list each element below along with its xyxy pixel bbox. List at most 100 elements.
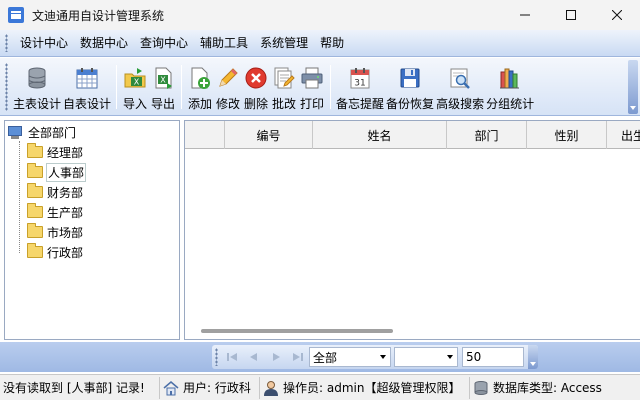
minimize-button[interactable] xyxy=(502,0,548,30)
tree-node-label: 财务部 xyxy=(47,185,84,200)
last-page-icon xyxy=(293,353,303,361)
tree-node-finance-dept[interactable]: 财务部 xyxy=(27,183,83,201)
status-database: 数据库类型: Access xyxy=(470,377,640,399)
backup-restore-button[interactable]: 备份恢复 xyxy=(385,61,435,113)
filter-select-value: 全部 xyxy=(313,350,338,365)
svg-text:X: X xyxy=(134,78,140,87)
horizontal-scrollbar[interactable] xyxy=(201,329,393,333)
folder-icon xyxy=(27,203,43,218)
department-tree[interactable]: 全部部门 经理部 人事部 财务部 生产部 市场部 行政部 xyxy=(4,120,180,340)
svg-text:X: X xyxy=(160,76,166,85)
menu-bar: 设计中心 数据中心 查询中心 辅助工具 系统管理 帮助 xyxy=(0,30,640,57)
navigator-bar: 全部 50 xyxy=(0,342,640,372)
calendar-table-icon xyxy=(74,65,100,91)
tree-root-node[interactable]: 全部部门 xyxy=(7,123,76,141)
window-title: 文迪通用自设计管理系统 xyxy=(32,8,165,23)
menu-grip[interactable] xyxy=(5,34,8,52)
column-header-name[interactable]: 姓名 xyxy=(313,121,447,149)
navigator-toolbar: 全部 50 xyxy=(212,345,538,369)
add-button[interactable]: 添加 xyxy=(186,61,214,113)
group-statistics-button[interactable]: 分组统计 xyxy=(485,61,535,113)
column-header-birth[interactable]: 出生 xyxy=(607,121,640,149)
app-window-icon xyxy=(8,7,24,23)
tree-node-label: 生产部 xyxy=(47,205,84,220)
navigator-grip[interactable] xyxy=(215,348,218,366)
printer-icon xyxy=(299,65,325,91)
batch-edit-button[interactable]: 批改 xyxy=(270,61,298,113)
window-controls xyxy=(502,0,640,30)
next-page-icon xyxy=(273,353,280,361)
status-user: 用户: 行政科 xyxy=(160,376,260,399)
home-icon xyxy=(163,380,179,395)
tree-node-production-dept[interactable]: 生产部 xyxy=(27,203,83,221)
title-bar: 文迪通用自设计管理系统 xyxy=(0,0,640,30)
toolbar-separator xyxy=(116,65,118,109)
database-icon xyxy=(474,380,488,395)
menu-data-center[interactable]: 数据中心 xyxy=(74,33,134,53)
status-bar: 没有读取到 [人事部] 记录! 用户: 行政科 操作员: admin【超级管理权… xyxy=(0,374,640,400)
floppy-disk-icon xyxy=(397,65,423,91)
add-document-icon xyxy=(187,65,213,91)
folder-icon xyxy=(27,243,43,258)
calendar-reminder-icon: 31 xyxy=(347,65,373,91)
column-header-department[interactable]: 部门 xyxy=(447,121,527,149)
books-icon xyxy=(497,65,523,91)
filter-select[interactable]: 全部 xyxy=(309,347,391,367)
prev-page-icon xyxy=(250,353,257,361)
export-excel-icon: X xyxy=(150,65,176,91)
toolbar-grip[interactable] xyxy=(5,63,8,111)
menu-tools[interactable]: 辅助工具 xyxy=(194,33,254,53)
print-button[interactable]: 打印 xyxy=(298,61,326,113)
tree-node-hr-dept[interactable]: 人事部 xyxy=(27,162,87,182)
next-page-button[interactable] xyxy=(265,347,287,367)
delete-button[interactable]: 删除 xyxy=(242,61,270,113)
menu-system[interactable]: 系统管理 xyxy=(254,33,314,53)
import-excel-icon: X xyxy=(122,65,148,91)
status-message: 没有读取到 [人事部] 记录! xyxy=(0,376,160,399)
edit-button[interactable]: 修改 xyxy=(214,61,242,113)
page-size-input[interactable]: 50 xyxy=(462,347,524,367)
tree-node-marketing-dept[interactable]: 市场部 xyxy=(27,223,83,241)
column-header-id[interactable]: 编号 xyxy=(225,121,313,149)
svg-text:31: 31 xyxy=(354,79,365,89)
import-button[interactable]: X 导入 xyxy=(121,61,149,113)
grid-row-header-corner[interactable] xyxy=(185,121,225,149)
close-icon xyxy=(612,10,622,20)
tree-node-manager-dept[interactable]: 经理部 xyxy=(27,143,83,161)
menu-design-center[interactable]: 设计中心 xyxy=(14,33,74,53)
navigator-overflow-button[interactable] xyxy=(528,345,538,369)
first-page-icon xyxy=(227,353,237,361)
batch-edit-icon xyxy=(271,65,297,91)
last-page-button[interactable] xyxy=(287,347,309,367)
maximize-button[interactable] xyxy=(548,0,594,30)
grid-header: 编号 姓名 部门 性别 出生 xyxy=(185,121,640,149)
menu-query-center[interactable]: 查询中心 xyxy=(134,33,194,53)
main-table-design-button[interactable]: 主表设计 xyxy=(12,61,62,113)
export-button[interactable]: X 导出 xyxy=(149,61,177,113)
folder-icon xyxy=(27,163,43,178)
close-button[interactable] xyxy=(594,0,640,30)
minimize-icon xyxy=(520,14,530,16)
sub-table-design-button[interactable]: 自表设计 xyxy=(62,61,112,113)
menu-help[interactable]: 帮助 xyxy=(314,33,350,53)
folder-icon xyxy=(27,143,43,158)
advanced-search-icon xyxy=(447,65,473,91)
tree-node-admin-dept[interactable]: 行政部 xyxy=(27,243,83,261)
first-page-button[interactable] xyxy=(221,347,243,367)
data-grid[interactable]: 编号 姓名 部门 性别 出生 xyxy=(184,120,640,340)
tree-node-label-selected: 人事部 xyxy=(45,162,87,182)
advanced-search-button[interactable]: 高级搜索 xyxy=(435,61,485,113)
toolbar-separator xyxy=(181,65,183,109)
toolbar-separator xyxy=(330,65,332,109)
status-operator: 操作员: admin【超级管理权限】 xyxy=(260,376,470,399)
tree-node-label: 行政部 xyxy=(47,245,84,260)
column-header-gender[interactable]: 性别 xyxy=(527,121,607,149)
chevron-down-icon[interactable] xyxy=(376,348,390,366)
memo-reminder-button[interactable]: 31 备忘提醒 xyxy=(335,61,385,113)
toolbar-overflow-button[interactable] xyxy=(628,60,638,114)
tree-node-label: 市场部 xyxy=(47,225,84,240)
secondary-select[interactable] xyxy=(394,347,458,367)
database-icon xyxy=(24,65,50,91)
chevron-down-icon[interactable] xyxy=(443,348,457,366)
prev-page-button[interactable] xyxy=(243,347,265,367)
